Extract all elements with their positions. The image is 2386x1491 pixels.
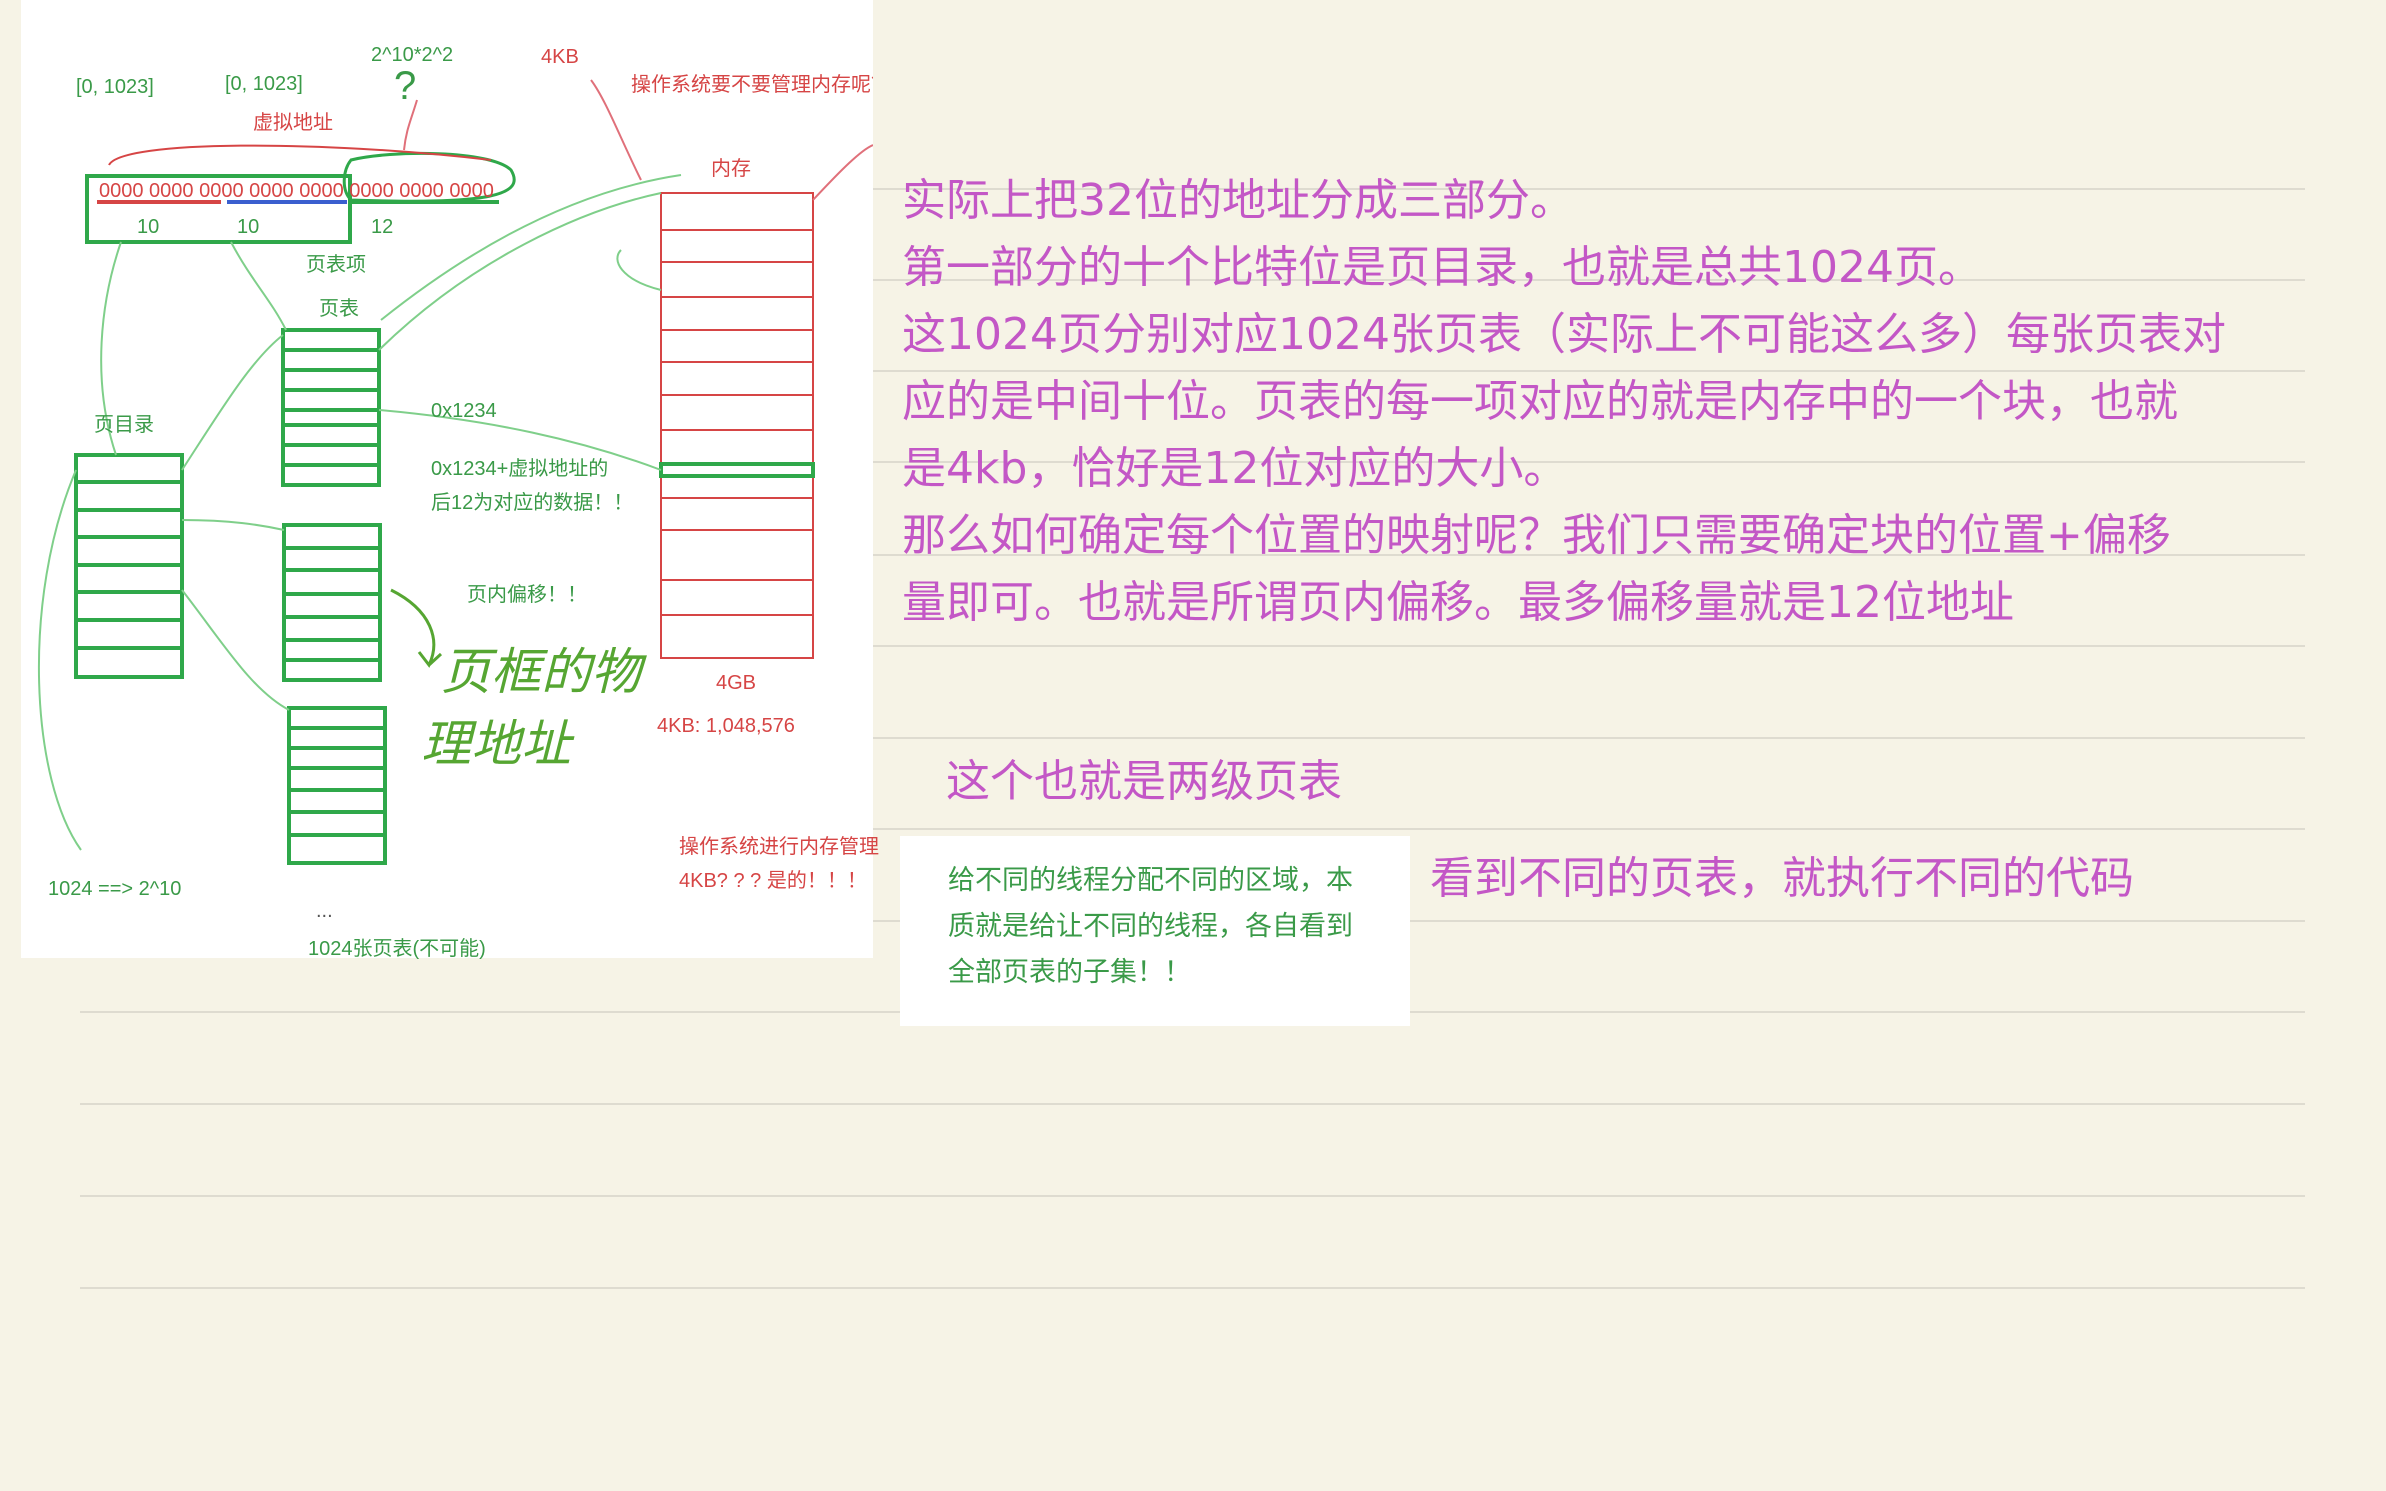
hex-address-label: 0x1234 bbox=[431, 400, 497, 422]
segment-bits-label: 10 bbox=[237, 216, 260, 238]
paging-diagram: [0, 1023] [0, 1023] 2^10*2^2 ? 4KB 操作系统要… bbox=[21, 0, 879, 960]
ellipsis-label: ... bbox=[316, 900, 333, 922]
ruled-line bbox=[80, 1195, 2305, 1197]
os-manages-note: 操作系统进行内存管理 bbox=[679, 836, 879, 858]
page-table-label: 页表 bbox=[319, 298, 359, 320]
os-question-label: 操作系统要不要管理内存呢？ bbox=[631, 74, 873, 96]
note-line: 量即可。也就是所谓页内偏移。最多偏移量就是12位地址 bbox=[902, 577, 2014, 628]
notes-paragraph: 实际上把32位的地址分成三部分。 第一部分的十个比特位是页目录，也就是总共102… bbox=[902, 167, 2322, 636]
count-formula-label: 1024 ==> 2^10 bbox=[48, 878, 182, 900]
page-table-entry-label: 页表项 bbox=[306, 254, 366, 276]
page-table-2 bbox=[282, 523, 382, 682]
page-table-1 bbox=[281, 328, 381, 487]
page-directory-label: 页目录 bbox=[94, 414, 154, 436]
snippet-line: 全部页表的子集！！ bbox=[948, 957, 1191, 987]
thread-snippet: 给不同的线程分配不同的区域，本 质就是给让不同的线程，各自看到 全部页表的子集！… bbox=[900, 836, 1410, 1026]
handwritten-note: 理地址 bbox=[421, 715, 571, 773]
memory-label: 内存 bbox=[711, 158, 751, 180]
note-line: 那么如何确定每个位置的映射呢？我们只需要确定块的位置+偏移 bbox=[902, 510, 2171, 561]
handwritten-note: 页框的物 bbox=[441, 643, 641, 701]
snippet-line: 给不同的线程分配不同的区域，本 bbox=[948, 865, 1353, 895]
ruled-line bbox=[80, 1103, 2305, 1105]
range-brace bbox=[108, 144, 492, 166]
handwritten-arrow bbox=[390, 588, 443, 668]
ruled-line bbox=[80, 1287, 2305, 1289]
note-line: 第一部分的十个比特位是页目录，也就是总共1024页。 bbox=[902, 242, 1982, 293]
address-bits: 0000 0000 0000 0000 0000 0000 0000 0000 bbox=[99, 180, 494, 202]
os-manages-note: 4KB? ? ? 是的！！！ bbox=[679, 870, 867, 892]
note-line: 是4kb，恰好是12位对应的大小。 bbox=[902, 443, 1568, 494]
virtual-address-label: 虚拟地址 bbox=[253, 112, 333, 134]
memory-block bbox=[660, 192, 814, 659]
snippet-line: 质就是给让不同的线程，各自看到 bbox=[948, 911, 1353, 941]
memory-size-label: 4GB bbox=[716, 672, 757, 694]
two-level-note: 这个也就是两级页表 bbox=[946, 756, 1342, 807]
range-label: [0, 1023] bbox=[225, 73, 303, 95]
page-count-label: 4KB: 1,048,576 bbox=[657, 715, 795, 737]
offset-note: 0x1234+虚拟地址的 bbox=[431, 458, 609, 480]
memory-frame-highlight bbox=[659, 462, 815, 478]
page-offset-label: 页内偏移！！ bbox=[467, 584, 587, 606]
table-count-label: 1024张页表(不可能) bbox=[308, 938, 486, 960]
note-line: 这1024页分别对应1024张页表（实际上不可能这么多）每张页表对 bbox=[902, 309, 2226, 360]
segment-bits-label: 12 bbox=[371, 216, 394, 238]
summary-note: 看到不同的页表，就执行不同的代码 bbox=[1430, 853, 2134, 904]
note-line: 应的是中间十位。页表的每一项对应的就是内存中的一个块，也就 bbox=[902, 376, 2178, 427]
segment-bits-label: 10 bbox=[137, 216, 160, 238]
page-size-label: 4KB bbox=[541, 46, 579, 68]
question-mark: ? bbox=[394, 64, 417, 108]
note-line: 实际上把32位的地址分成三部分。 bbox=[902, 175, 1574, 226]
offset-note: 后12为对应的数据！！ bbox=[431, 492, 634, 514]
page-directory-table bbox=[74, 453, 184, 679]
range-label: [0, 1023] bbox=[76, 76, 154, 98]
page-table-3 bbox=[287, 706, 387, 865]
